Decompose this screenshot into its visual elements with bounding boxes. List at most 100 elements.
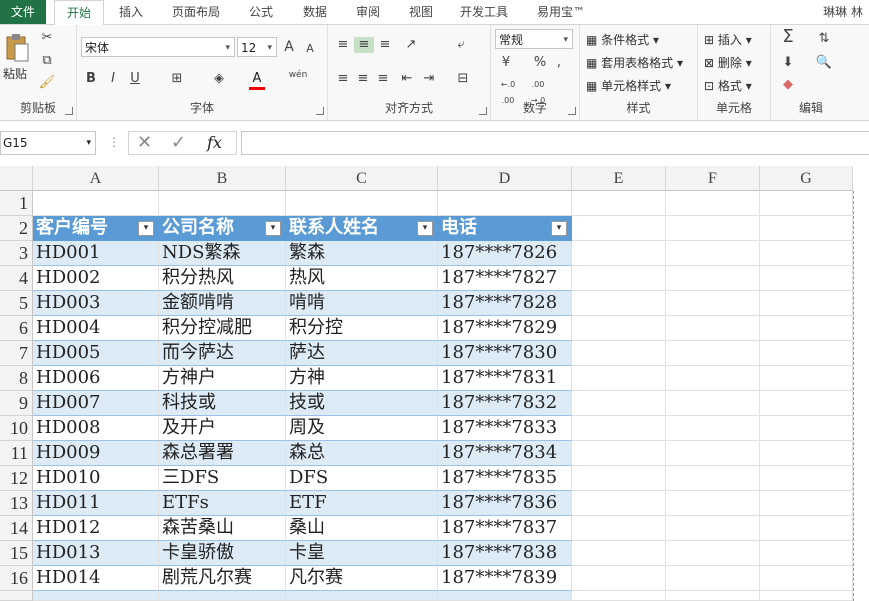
table-cell[interactable]: 桑山 (286, 516, 438, 541)
wrap-text-icon[interactable]: ⤶ (452, 37, 470, 53)
table-cell[interactable]: 187****7838 (438, 541, 572, 566)
user-name[interactable]: 琳琳 林 (823, 0, 863, 24)
cell[interactable] (572, 416, 666, 441)
delete-cells-button[interactable]: ⊠ 删除 ▾ (704, 54, 752, 71)
cell[interactable] (760, 216, 853, 241)
tab-developer[interactable]: 开发工具 (452, 0, 516, 24)
cell[interactable] (438, 591, 572, 601)
underline-button[interactable]: U (127, 71, 143, 87)
decrease-indent-icon[interactable]: ⇤ (398, 71, 416, 87)
cell[interactable] (760, 341, 853, 366)
phonetic-icon[interactable]: wén (287, 67, 309, 83)
table-cell[interactable]: HD011 (33, 491, 159, 516)
merge-center-icon[interactable]: ⊟ (452, 71, 474, 87)
row-header-partial[interactable] (0, 591, 33, 601)
table-cell[interactable]: HD001 (33, 241, 159, 266)
cell[interactable] (666, 516, 760, 541)
cell[interactable] (760, 441, 853, 466)
table-cell[interactable]: 方神 (286, 366, 438, 391)
cell[interactable] (572, 366, 666, 391)
table-cell[interactable]: 187****7829 (438, 316, 572, 341)
insert-cells-button[interactable]: ⊞ 插入 ▾ (704, 31, 752, 48)
autosum-button[interactable]: Σ (779, 28, 797, 46)
table-cell[interactable]: 科技或 (159, 391, 286, 416)
table-cell[interactable]: 萨达 (286, 341, 438, 366)
table-cell[interactable]: 187****7826 (438, 241, 572, 266)
number-launcher-icon[interactable] (568, 107, 576, 115)
table-cell[interactable]: HD008 (33, 416, 159, 441)
cell[interactable] (572, 266, 666, 291)
cell[interactable] (666, 566, 760, 591)
insert-function-button[interactable]: fx (207, 132, 222, 154)
number-format-select[interactable]: 常规 ▾ (495, 29, 573, 49)
enter-icon[interactable]: ✓ (171, 132, 186, 154)
table-cell[interactable]: HD006 (33, 366, 159, 391)
table-cell[interactable]: HD002 (33, 266, 159, 291)
cancel-icon[interactable]: ✕ (137, 132, 152, 154)
align-right-icon[interactable]: ≡ (374, 71, 392, 87)
row-header-1[interactable]: 1 (0, 191, 33, 216)
cell[interactable] (572, 391, 666, 416)
comma-button[interactable]: , (553, 55, 565, 71)
cell[interactable] (572, 241, 666, 266)
table-cell[interactable]: 三DFS (159, 466, 286, 491)
filter-dropdown-icon[interactable]: ▾ (551, 221, 567, 236)
tab-file[interactable]: 文件 (0, 0, 46, 24)
tab-insert[interactable]: 插入 (108, 0, 154, 24)
cell[interactable] (666, 216, 760, 241)
fill-icon[interactable]: ⬇ (779, 55, 797, 71)
filter-dropdown-icon[interactable]: ▾ (265, 221, 281, 236)
cell[interactable] (666, 266, 760, 291)
column-header-a[interactable]: A (33, 166, 159, 191)
cell[interactable] (438, 191, 572, 216)
table-cell[interactable]: 繁森 (286, 241, 438, 266)
name-box[interactable]: G15 ▾ (0, 131, 96, 155)
table-cell[interactable]: 积分控减肥 (159, 316, 286, 341)
align-middle-icon[interactable]: ≡ (354, 37, 374, 53)
table-cell[interactable]: 方神户 (159, 366, 286, 391)
table-cell[interactable]: 187****7828 (438, 291, 572, 316)
select-all-corner[interactable] (0, 166, 33, 191)
percent-button[interactable]: % (533, 55, 547, 71)
table-cell[interactable]: HD013 (33, 541, 159, 566)
row-header-4[interactable]: 4 (0, 266, 33, 291)
currency-icon[interactable]: ¥ (497, 55, 515, 71)
table-header-cell[interactable]: 电话 ▾ (438, 216, 572, 241)
cell[interactable] (666, 366, 760, 391)
column-header-g[interactable]: G (760, 166, 853, 191)
table-cell[interactable]: DFS (286, 466, 438, 491)
cell[interactable] (159, 191, 286, 216)
table-cell[interactable]: 卡皇 (286, 541, 438, 566)
table-cell[interactable]: 187****7831 (438, 366, 572, 391)
table-cell[interactable]: 187****7835 (438, 466, 572, 491)
align-left-icon[interactable]: ≡ (334, 71, 352, 87)
cell[interactable] (572, 441, 666, 466)
table-cell[interactable]: HD010 (33, 466, 159, 491)
cell[interactable] (760, 566, 853, 591)
cell[interactable] (666, 466, 760, 491)
font-launcher-icon[interactable] (316, 107, 324, 115)
row-header-14[interactable]: 14 (0, 516, 33, 541)
row-header-7[interactable]: 7 (0, 341, 33, 366)
cell[interactable] (572, 516, 666, 541)
cell[interactable] (666, 291, 760, 316)
cell[interactable] (760, 466, 853, 491)
row-header-12[interactable]: 12 (0, 466, 33, 491)
cell[interactable] (666, 416, 760, 441)
cell[interactable] (159, 591, 286, 601)
cut-icon[interactable]: ✂ (38, 30, 56, 46)
cell[interactable] (666, 391, 760, 416)
table-cell[interactable]: 187****7830 (438, 341, 572, 366)
align-center-icon[interactable]: ≡ (354, 71, 372, 87)
cell[interactable] (760, 316, 853, 341)
cell[interactable] (760, 591, 853, 601)
table-cell[interactable]: 剧荒凡尔赛 (159, 566, 286, 591)
table-cell[interactable]: ETFs (159, 491, 286, 516)
cell[interactable] (666, 591, 760, 601)
orientation-icon[interactable]: ↗ (400, 37, 422, 53)
font-shrink-icon[interactable]: A (303, 41, 317, 57)
align-top-icon[interactable]: ≡ (334, 37, 352, 53)
tab-data[interactable]: 数据 (292, 0, 338, 24)
sort-filter-icon[interactable]: ⇅ (813, 31, 835, 47)
table-cell[interactable]: 187****7832 (438, 391, 572, 416)
